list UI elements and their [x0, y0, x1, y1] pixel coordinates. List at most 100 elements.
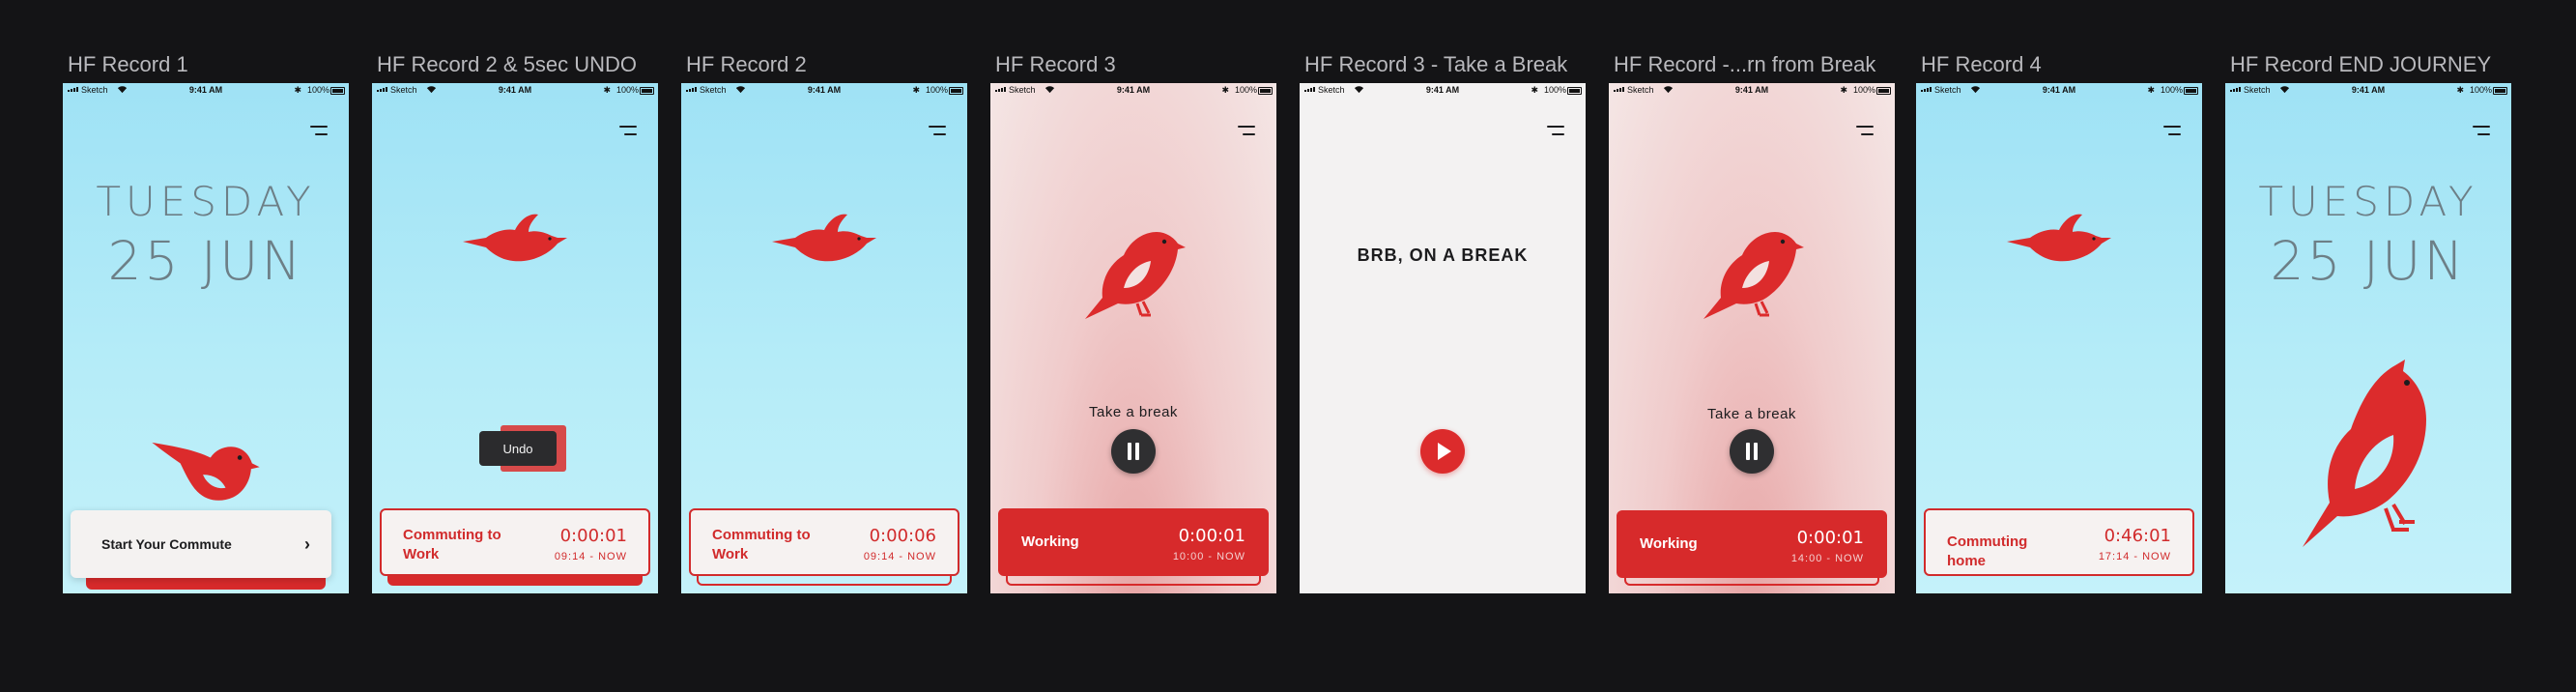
phone-screen-record-2-undo: Sketch 9:41 AM ✱ 100% Undo Commuting to …: [372, 83, 658, 593]
battery-icon: [1258, 87, 1273, 95]
status-time: 9:41 AM: [807, 85, 842, 95]
elapsed-timer: 0:00:01: [1796, 528, 1864, 548]
phone-screen-end-journey: Sketch 9:41 AM ✱ 100% TUESDAY 25 JUN: [2225, 83, 2511, 593]
activity-label: Commuting to Work: [403, 527, 501, 562]
battery-icon: [2184, 87, 2198, 95]
on-break-heading: BRB, ON A BREAK: [1357, 245, 1529, 265]
bird-flying-icon: [770, 209, 878, 267]
status-time: 9:41 AM: [2042, 85, 2076, 95]
battery-percent: 100%: [925, 85, 948, 95]
status-bar: Sketch 9:41 AM ✱ 100%: [63, 83, 349, 99]
menu-icon[interactable]: [927, 126, 946, 137]
phone-screen-record-1: Sketch 9:41 AM ✱ 100% TUESDAY 25 JUN Sta…: [63, 83, 349, 593]
battery-icon: [640, 87, 654, 95]
pause-button[interactable]: [1111, 429, 1156, 474]
pause-button[interactable]: [1730, 429, 1774, 474]
pause-icon: [1127, 443, 1140, 460]
activity-label: Working: [1640, 535, 1698, 552]
bluetooth-icon: ✱: [1221, 85, 1229, 95]
record-card[interactable]: Working 0:00:01 14:00 - NOW: [1617, 510, 1887, 578]
menu-icon[interactable]: [1545, 126, 1564, 137]
card-stack-edge: [86, 578, 326, 590]
bird-sitting-icon: [1702, 228, 1806, 323]
battery-icon: [330, 87, 345, 95]
take-a-break-label: Take a break: [1089, 404, 1178, 420]
artboard-title[interactable]: HF Record 1: [68, 52, 188, 77]
menu-icon[interactable]: [2161, 126, 2181, 137]
elapsed-timer: 0:00:06: [869, 526, 936, 546]
status-bar: Sketch 9:41 AM ✱ 100%: [372, 83, 658, 99]
menu-icon[interactable]: [1236, 126, 1255, 137]
chevron-right-icon: ›: [304, 534, 310, 554]
activity-label: Commuting to Work: [712, 527, 811, 562]
battery-icon: [2493, 87, 2507, 95]
battery-percent: 100%: [1234, 85, 1257, 95]
bird-flying-icon: [461, 209, 569, 267]
status-time: 9:41 AM: [1734, 85, 1769, 95]
battery-percent: 100%: [1543, 85, 1566, 95]
status-time: 9:41 AM: [1425, 85, 1460, 95]
bluetooth-icon: ✱: [603, 85, 611, 95]
battery-percent: 100%: [2160, 85, 2183, 95]
elapsed-timer: 0:00:01: [559, 526, 627, 546]
status-bar: Sketch 9:41 AM ✱ 100%: [1916, 83, 2202, 99]
menu-icon[interactable]: [308, 126, 328, 137]
time-range: 09:14 - NOW: [863, 551, 936, 562]
bird-flying-icon: [2005, 209, 2113, 267]
start-commute-button[interactable]: Start Your Commute ›: [71, 510, 331, 578]
status-time: 9:41 AM: [2351, 85, 2386, 95]
bluetooth-icon: ✱: [2147, 85, 2155, 95]
elapsed-timer: 0:00:01: [1178, 526, 1245, 546]
battery-icon: [949, 87, 963, 95]
record-card[interactable]: Commuting home 0:46:01 17:14 - NOW: [1924, 508, 2194, 576]
bluetooth-icon: ✱: [912, 85, 920, 95]
day-label: TUESDAY: [2258, 178, 2478, 225]
status-time: 9:41 AM: [1116, 85, 1151, 95]
menu-icon[interactable]: [2471, 126, 2490, 137]
bird-standing-icon: [2297, 358, 2442, 551]
bluetooth-icon: ✱: [294, 85, 301, 95]
activity-label: Working: [1021, 533, 1079, 550]
status-bar: Sketch 9:41 AM ✱ 100%: [1609, 83, 1895, 99]
menu-icon[interactable]: [1854, 126, 1874, 137]
artboard-title[interactable]: HF Record 2 & 5sec UNDO: [377, 52, 637, 77]
record-card[interactable]: Commuting to Work 0:00:01 09:14 - NOW: [380, 508, 650, 576]
battery-icon: [1876, 87, 1891, 95]
status-bar: Sketch 9:41 AM ✱ 100%: [2225, 83, 2511, 99]
artboard-title[interactable]: HF Record 2: [686, 52, 807, 77]
phone-screen-record-3: Sketch 9:41 AM ✱ 100% Take a break Worki…: [990, 83, 1276, 593]
undo-button[interactable]: Undo: [479, 431, 557, 466]
battery-percent: 100%: [1852, 85, 1875, 95]
record-card[interactable]: Commuting to Work 0:00:06 09:14 - NOW: [689, 508, 959, 576]
phone-screen-return-from-break: Sketch 9:41 AM ✱ 100% Take a break Worki…: [1609, 83, 1895, 593]
start-commute-label: Start Your Commute: [101, 536, 232, 552]
battery-icon: [1567, 87, 1582, 95]
artboard-title[interactable]: HF Record 4: [1921, 52, 2042, 77]
date-label: 25 JUN: [2270, 230, 2467, 292]
time-range: 17:14 - NOW: [2098, 551, 2171, 562]
phone-screen-take-a-break: Sketch 9:41 AM ✱ 100% BRB, ON A BREAK: [1300, 83, 1586, 593]
menu-icon[interactable]: [617, 126, 637, 137]
battery-percent: 100%: [306, 85, 329, 95]
time-range: 09:14 - NOW: [554, 551, 627, 562]
pause-icon: [1745, 443, 1759, 460]
elapsed-timer: 0:46:01: [2104, 526, 2171, 546]
record-card[interactable]: Working 0:00:01 10:00 - NOW: [998, 508, 1269, 576]
artboard-title[interactable]: HF Record END JOURNEY: [2230, 52, 2491, 77]
activity-label: Commuting home: [1947, 533, 2028, 569]
artboard-title[interactable]: HF Record 3: [995, 52, 1116, 77]
bird-perched-icon: [148, 437, 262, 518]
artboard-title[interactable]: HF Record 3 - Take a Break: [1304, 52, 1567, 77]
status-bar: Sketch 9:41 AM ✱ 100%: [681, 83, 967, 99]
time-range: 10:00 - NOW: [1172, 551, 1245, 562]
artboard-title[interactable]: HF Record -...rn from Break: [1614, 52, 1875, 77]
play-icon: [1438, 443, 1451, 460]
battery-percent: 100%: [2469, 85, 2492, 95]
take-a-break-label: Take a break: [1707, 406, 1796, 422]
resume-button[interactable]: [1420, 429, 1465, 474]
battery-percent: 100%: [615, 85, 639, 95]
bluetooth-icon: ✱: [2456, 85, 2464, 95]
bluetooth-icon: ✱: [1840, 85, 1847, 95]
date-label: 25 JUN: [107, 230, 304, 292]
status-time: 9:41 AM: [188, 85, 223, 95]
